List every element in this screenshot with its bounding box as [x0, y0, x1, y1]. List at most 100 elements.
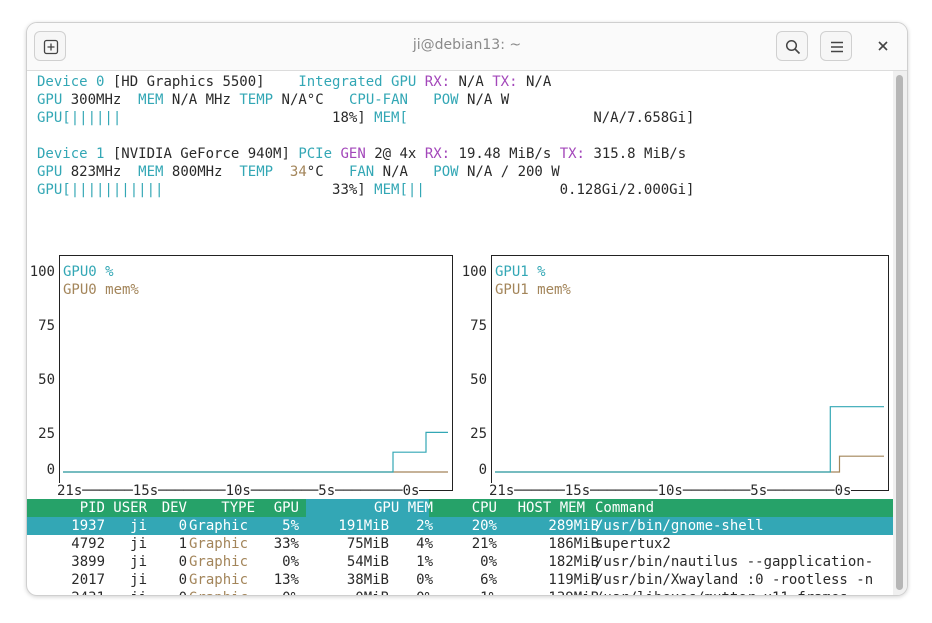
- cell-user: ji: [130, 518, 147, 534]
- column-header[interactable]: GPU MEM: [307, 499, 433, 517]
- series-line: [495, 455, 884, 473]
- cell-type: Graphic: [189, 554, 249, 570]
- y-tick-label: 100: [29, 264, 55, 280]
- cell-gpumem_pct: 2%: [416, 518, 433, 534]
- cell-type: Graphic: [189, 572, 249, 588]
- hamburger-menu-icon: [831, 41, 843, 53]
- cell-gpu: 33%: [273, 536, 299, 552]
- y-tick-label: 100: [461, 264, 487, 280]
- terminal-window: ji@debian13: ~ Device 0 [HD Graphics 550…: [26, 22, 908, 596]
- title-bar: ji@debian13: ~: [27, 23, 907, 71]
- series-line: [495, 406, 884, 473]
- cell-gpumem_pct: 1%: [416, 554, 433, 570]
- cell-gpu: 0%: [282, 554, 299, 570]
- cell-pid: 3899: [71, 554, 105, 570]
- cell-cpu: 20%: [471, 518, 497, 534]
- search-icon: [785, 39, 801, 55]
- cell-gpumem: 38MiB: [346, 572, 389, 588]
- cell-hostmem: 289MiB: [548, 518, 599, 534]
- cell-gpumem: 0MiB: [307, 589, 389, 595]
- cell-user: ji: [130, 572, 147, 588]
- window-title: ji@debian13: ~: [412, 37, 522, 53]
- cell-cmd: supertux2: [595, 536, 671, 552]
- cell-cpu: 0%: [480, 554, 497, 570]
- cell-pid: 2431: [55, 589, 105, 595]
- column-header[interactable]: HOST MEM: [505, 499, 585, 517]
- y-tick-label: 0: [478, 462, 487, 478]
- cell-cmd: /usr/bin/gnome-shell: [595, 518, 764, 534]
- cell-hostmem: 182MiB: [548, 554, 599, 570]
- cell-cmd: /usr/bin/nautilus --gapplication-: [595, 554, 874, 570]
- gpu1-chart: 100 75 50 25 0 21s──────15s────────10s───────…: [459, 255, 893, 499]
- y-tick-label: 75: [470, 318, 487, 334]
- table-row[interactable]: 1937 ji 0 Graphic 5% 191MiB 2% 20% 289MiB/usr/bi…: [27, 517, 893, 535]
- gpu0-chart: 100 75 50 25 0 21s──────15s────────10s───────…: [27, 255, 457, 499]
- y-tick-label: 50: [38, 372, 55, 388]
- cell-gpu: 13%: [273, 572, 299, 588]
- cell-hostmem: 186MiB: [548, 536, 599, 552]
- y-tick-label: 25: [470, 426, 487, 442]
- close-button[interactable]: [873, 36, 893, 56]
- cell-dev: 1: [178, 536, 187, 552]
- cell-gpumem_pct: 0%: [395, 589, 433, 595]
- cell-user: ji: [111, 589, 147, 595]
- cell-hostmem: 139MiB: [505, 589, 599, 595]
- device0-line3: GPU[|||||| 18%] MEM[ N/A/7.658Gi]: [37, 110, 695, 126]
- cell-type: Graphic: [189, 589, 255, 595]
- column-header[interactable]: DEV: [151, 499, 187, 517]
- cell-gpu: 5%: [282, 518, 299, 534]
- table-row[interactable]: 3899 ji 0 Graphic 0% 54MiB 1% 0% 182MiB/usr/bin/…: [27, 553, 893, 571]
- y-tick-label: 0: [46, 462, 55, 478]
- y-tick-label: 75: [38, 318, 55, 334]
- column-header[interactable]: USER: [111, 499, 147, 517]
- cell-cmd: /usr/libexec/mutter-x11-frames: [595, 589, 893, 595]
- cell-type: Graphic: [189, 536, 249, 552]
- scrollbar-thumb[interactable]: [896, 75, 903, 590]
- cell-dev: 0: [178, 518, 187, 534]
- cell-dev: 0: [178, 572, 187, 588]
- device0-line1: Device 0 [HD Graphics 5500] Integrated G…: [37, 74, 552, 90]
- device0-line2: GPU 300MHz MEM N/A MHz TEMP N/A°C CPU-FA…: [37, 92, 510, 108]
- table-row[interactable]: 4792 ji 1 Graphic 33% 75MiB 4% 21% 186MiB supertu…: [27, 535, 893, 553]
- device1-line2: GPU 823MHz MEM 800MHz TEMP 34°C FAN N/A …: [37, 164, 560, 180]
- column-header[interactable]: Command: [595, 499, 695, 517]
- terminal-content[interactable]: Device 0 [HD Graphics 5500] Integrated G…: [27, 71, 893, 595]
- cell-dev: 0: [151, 589, 187, 595]
- column-header[interactable]: GPU: [257, 499, 299, 517]
- table-header-labels[interactable]: PID USER DEV TYPE GPU GPU MEM CPU HOST MEM Comma…: [27, 499, 893, 517]
- column-header[interactable]: TYPE: [205, 499, 255, 517]
- cell-pid: 4792: [71, 536, 105, 552]
- search-button[interactable]: [776, 31, 808, 61]
- table-row[interactable]: 2431ji0Graphic0%0MiB0%1%139MiB/usr/libex…: [27, 589, 893, 595]
- cell-gpumem_pct: 0%: [416, 572, 433, 588]
- cell-gpumem_pct: 4%: [416, 536, 433, 552]
- menu-button[interactable]: [820, 31, 852, 61]
- cell-gpumem: 75MiB: [346, 536, 389, 552]
- cell-pid: 2017: [71, 572, 105, 588]
- close-icon: [878, 41, 888, 51]
- cell-hostmem: 119MiB: [548, 572, 599, 588]
- y-tick-label: 50: [470, 372, 487, 388]
- cell-pid: 1937: [71, 518, 105, 534]
- device1-line1: Device 1 [NVIDIA GeForce 940M] PCIe GEN …: [37, 146, 687, 162]
- series-line: [63, 431, 448, 473]
- cell-cmd: /usr/bin/Xwayland :0 -rootless -n: [595, 572, 874, 588]
- cell-cpu: 6%: [480, 572, 497, 588]
- cell-user: ji: [130, 554, 147, 570]
- chart-plot: [63, 431, 448, 473]
- column-header[interactable]: CPU: [447, 499, 497, 517]
- cell-type: Graphic: [189, 518, 249, 534]
- table-row[interactable]: 2017 ji 0 Graphic 13% 38MiB 0% 6% 119MiB/usr/bin…: [27, 571, 893, 589]
- cell-user: ji: [130, 536, 147, 552]
- column-header[interactable]: PID: [55, 499, 105, 517]
- chart-plot: [495, 406, 884, 473]
- cell-dev: 0: [178, 554, 187, 570]
- scrollbar[interactable]: [893, 71, 907, 595]
- cell-gpu: 0%: [257, 589, 299, 595]
- cell-gpumem: 54MiB: [346, 554, 389, 570]
- device1-line3: GPU[||||||||||| 33%] MEM[|| 0.128Gi/2.00…: [37, 182, 695, 198]
- cell-gpumem: 191MiB: [338, 518, 389, 534]
- cell-cpu: 21%: [471, 536, 497, 552]
- cell-cpu: 1%: [447, 589, 497, 595]
- y-tick-label: 25: [38, 426, 55, 442]
